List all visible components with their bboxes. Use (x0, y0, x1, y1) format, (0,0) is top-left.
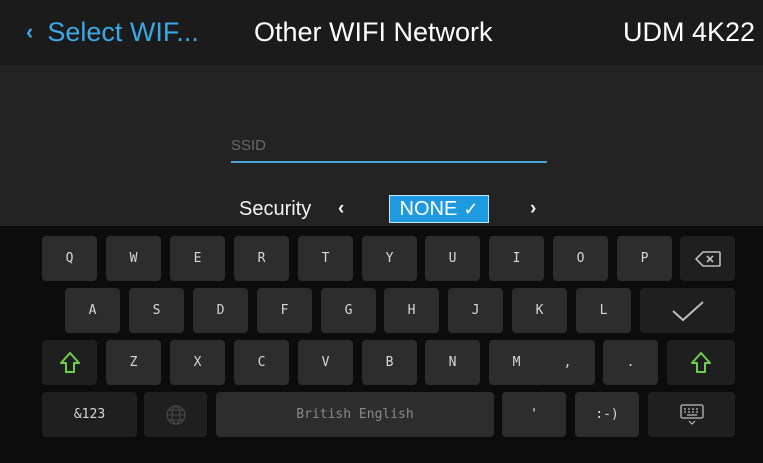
shift-arrow-icon (691, 351, 711, 374)
key-label: D (216, 303, 225, 318)
device-name: UDM 4K22 (622, 17, 755, 47)
key-label: E (193, 251, 202, 266)
key-comma[interactable]: , (540, 340, 595, 385)
key-label: K (535, 303, 544, 318)
key-label: Z (129, 355, 138, 370)
key-t[interactable]: T (298, 236, 353, 281)
key-q[interactable]: Q (42, 236, 97, 281)
key-c[interactable]: C (234, 340, 289, 385)
key-label: . (626, 355, 635, 370)
key-o[interactable]: O (553, 236, 608, 281)
security-next-button[interactable]: › (530, 196, 536, 222)
key-label: T (321, 251, 330, 266)
check-icon: ✓ (463, 198, 479, 219)
page-title: Other WIFI Network (254, 17, 493, 47)
back-button-label: Select WIF... (47, 16, 199, 47)
key-label: M (512, 355, 521, 370)
key-label: X (193, 355, 202, 370)
security-value-selector[interactable]: NONE ✓ (389, 195, 489, 223)
key-a[interactable]: A (65, 288, 120, 333)
key-label: V (321, 355, 330, 370)
chevron-left-icon: ‹ (26, 19, 34, 44)
key-label: R (257, 251, 266, 266)
back-button[interactable]: ‹ Select WIF... (26, 12, 199, 52)
key-l[interactable]: L (576, 288, 631, 333)
key-apostrophe[interactable]: ' (502, 392, 566, 437)
key-p[interactable]: P (617, 236, 672, 281)
key-label: O (576, 251, 585, 266)
key-label: A (88, 303, 97, 318)
key-label: I (512, 251, 521, 266)
key-h[interactable]: H (384, 288, 439, 333)
key-period[interactable]: . (603, 340, 658, 385)
key-k[interactable]: K (512, 288, 567, 333)
key-label: U (448, 251, 457, 266)
key-label: H (407, 303, 416, 318)
key-label: :-) (595, 407, 619, 422)
key-i[interactable]: I (489, 236, 544, 281)
key-z[interactable]: Z (106, 340, 161, 385)
key-label: , (563, 355, 572, 370)
key-label: Q (65, 251, 74, 266)
backspace-key[interactable] (680, 236, 735, 281)
security-label: Security (239, 198, 312, 220)
key-f[interactable]: F (257, 288, 312, 333)
key-g[interactable]: G (321, 288, 376, 333)
key-label: J (471, 303, 480, 318)
key-label: N (448, 355, 457, 370)
shift-right-key[interactable] (667, 340, 735, 385)
shift-arrow-icon (59, 351, 80, 374)
backspace-icon (694, 250, 721, 267)
key-v[interactable]: V (298, 340, 353, 385)
key-label: C (257, 355, 266, 370)
key-r[interactable]: R (234, 236, 289, 281)
key-label: Y (385, 251, 394, 266)
key-e[interactable]: E (170, 236, 225, 281)
space-key-label: British English (296, 407, 414, 422)
security-value: NONE (399, 197, 458, 220)
hide-keyboard-key[interactable] (648, 392, 735, 437)
key-m[interactable]: M (489, 340, 544, 385)
language-key[interactable] (144, 392, 207, 437)
key-label: L (599, 303, 608, 318)
key-d[interactable]: D (193, 288, 248, 333)
key-label: P (640, 251, 649, 266)
enter-key[interactable] (640, 288, 735, 333)
key-y[interactable]: Y (362, 236, 417, 281)
key-s[interactable]: S (129, 288, 184, 333)
key-j[interactable]: J (448, 288, 503, 333)
symbols-key[interactable]: &123 (42, 392, 137, 437)
key-label: W (129, 251, 138, 266)
ssid-input[interactable] (231, 129, 547, 163)
key-label: S (152, 303, 161, 318)
key-label: ' (530, 407, 538, 422)
key-b[interactable]: B (362, 340, 417, 385)
key-label: &123 (73, 407, 106, 422)
key-label: G (344, 303, 353, 318)
key-w[interactable]: W (106, 236, 161, 281)
keyboard-icon (679, 403, 704, 426)
key-n[interactable]: N (425, 340, 480, 385)
checkmark-icon (671, 300, 705, 322)
globe-icon (165, 404, 187, 426)
form-area: Security ‹ NONE ✓ › (0, 65, 763, 226)
space-key[interactable]: British English (216, 392, 494, 437)
key-label: B (385, 355, 394, 370)
key-u[interactable]: U (425, 236, 480, 281)
shift-left-key[interactable] (42, 340, 97, 385)
smiley-key[interactable]: :-) (575, 392, 639, 437)
on-screen-keyboard: Q W E R T Y U I O P A S D F G H J K L Z … (0, 226, 763, 463)
key-label: F (280, 303, 289, 318)
key-x[interactable]: X (170, 340, 225, 385)
security-prev-button[interactable]: ‹ (338, 196, 344, 222)
header-bar: ‹ Select WIF... Other WIFI Network UDM 4… (0, 0, 763, 65)
